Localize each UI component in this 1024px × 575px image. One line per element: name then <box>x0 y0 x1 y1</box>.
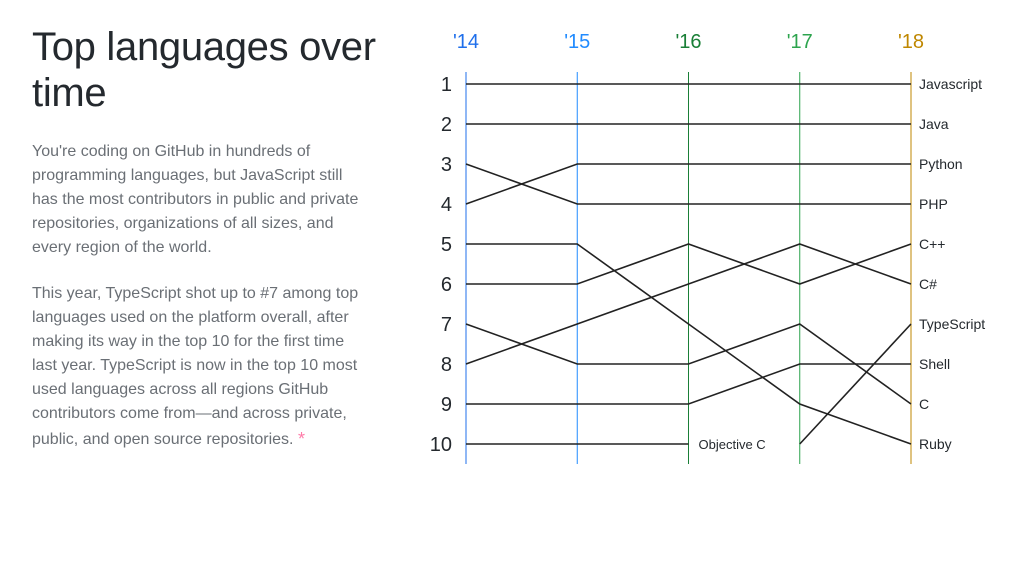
rank-label: 9 <box>441 394 452 416</box>
series-label-right: Javascript <box>919 76 982 92</box>
page-title: Top languages over time <box>32 24 382 116</box>
text-panel: Top languages over time You're coding on… <box>32 24 406 551</box>
rank-label: 8 <box>441 354 452 376</box>
series-label-right: Shell <box>919 356 950 372</box>
year-label: '16 <box>675 31 701 53</box>
rank-label: 5 <box>441 234 452 256</box>
paragraph-2-text: This year, TypeScript shot up to #7 amon… <box>32 285 358 448</box>
year-label: '15 <box>564 31 590 53</box>
year-label: '17 <box>787 31 813 53</box>
series-label-right: C <box>919 396 929 412</box>
series-line <box>800 324 911 444</box>
series-label-right: TypeScript <box>919 316 985 332</box>
bump-chart: '14 '15 '16 '17 '18 1 2 3 4 5 6 7 8 9 10 Javascript Java… <box>406 24 996 551</box>
series-label-right: C# <box>919 276 937 292</box>
series-label-inline: Objective C <box>699 437 766 452</box>
rank-label: 2 <box>441 114 452 136</box>
paragraph-1: You're coding on GitHub in hundreds of p… <box>32 140 372 260</box>
rank-label: 1 <box>441 74 452 96</box>
rank-label: 4 <box>441 194 452 216</box>
rank-label: 3 <box>441 154 452 176</box>
series-label-right: PHP <box>919 196 948 212</box>
chart-svg: '14 '15 '16 '17 '18 1 2 3 4 5 6 7 8 9 10 Javascript Java… <box>406 24 996 534</box>
series-label-right: Ruby <box>919 436 952 452</box>
paragraph-2: This year, TypeScript shot up to #7 amon… <box>32 282 372 453</box>
series-label-right: Java <box>919 116 949 132</box>
rank-label: 10 <box>430 434 452 456</box>
series-label-right: C++ <box>919 236 945 252</box>
rank-label: 6 <box>441 274 452 296</box>
rank-label: 7 <box>441 314 452 336</box>
asterisk-icon: * <box>298 429 305 449</box>
series-label-right: Python <box>919 156 963 172</box>
year-label: '14 <box>453 31 479 53</box>
year-label: '18 <box>898 31 924 53</box>
